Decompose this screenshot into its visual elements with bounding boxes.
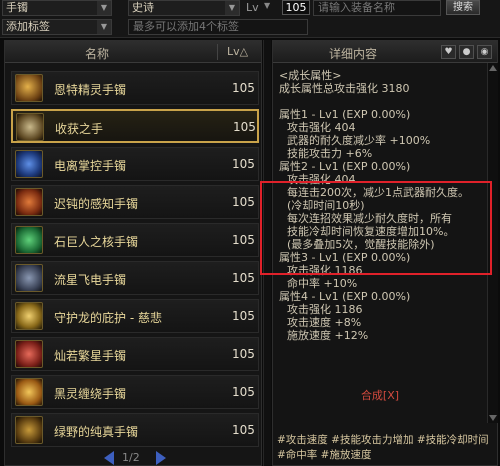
item-name: 恩特精灵手镯 <box>54 83 127 97</box>
item-level: 105 <box>232 81 255 95</box>
bracelet-icon <box>15 416 43 444</box>
item-level: 105 <box>232 385 255 399</box>
list-item[interactable]: 恩特精灵手镯 105 <box>11 71 259 105</box>
list-item[interactable]: 石巨人之核手镯 105 <box>11 223 259 257</box>
list-header: 名称 Lv△ <box>5 41 261 63</box>
name-search-input[interactable]: 请输入装备名称 <box>313 0 441 16</box>
list-item[interactable]: 电离掌控手镯 105 <box>11 147 259 181</box>
bracelet-icon <box>15 302 43 330</box>
item-name: 迟钝的感知手镯 <box>54 197 139 211</box>
detail-title: 详细内容 <box>329 47 378 61</box>
list-item[interactable]: 收获之手 105 <box>11 109 259 143</box>
item-level: 105 <box>232 347 255 361</box>
bracelet-icon <box>15 150 43 178</box>
detail-line: <成长属性> <box>279 69 342 82</box>
level-label: Lv <box>246 1 259 14</box>
item-name: 守护龙的庇护 - 慈悲 <box>54 311 162 325</box>
item-level: 105 <box>232 271 255 285</box>
item-name: 灿若繁星手镯 <box>54 349 127 363</box>
tag-select[interactable]: 添加标签 ▼ <box>2 19 112 35</box>
detail-line: 成长属性总攻击强化 3180 <box>279 82 410 95</box>
chevron-down-icon: ▼ <box>225 1 239 15</box>
item-name: 黑灵缠绕手镯 <box>54 387 127 401</box>
bracelet-icon <box>15 378 43 406</box>
detail-line: 武器的耐久度减少率 +100% <box>287 134 431 147</box>
list-item[interactable]: 灿若繁星手镯 105 <box>11 337 259 371</box>
detail-line: 攻击强化 404 <box>287 121 356 134</box>
item-list-panel: 名称 Lv△ 恩特精灵手镯 105 收获之手 105 电离掌控手镯 105 迟钝的感知手镯 1… <box>4 40 262 466</box>
detail-line: 属性2 - Lv1 (EXP 0.00%) <box>279 160 411 173</box>
filter-bar: 手镯 ▼ 史诗 ▼ Lv ▼ 105 请输入装备名称 搜索 添加标签 ▼ 最多可… <box>0 0 500 38</box>
list-item[interactable]: 流星飞电手镯 105 <box>11 261 259 295</box>
tag-chip[interactable]: #技能冷却时间 <box>417 434 489 446</box>
bracelet-icon <box>15 226 43 254</box>
column-header-name[interactable]: 名称 <box>85 45 109 62</box>
detail-line: 攻击强化 1186 <box>287 303 363 316</box>
eye-icon[interactable]: ◉ <box>477 45 492 59</box>
item-level: 105 <box>232 423 255 437</box>
item-name: 收获之手 <box>55 122 104 136</box>
scroll-down-icon[interactable] <box>489 415 497 421</box>
item-name: 流星飞电手镯 <box>54 273 127 287</box>
tag-chip[interactable]: #攻击速度 <box>277 434 328 446</box>
search-button[interactable]: 搜索 <box>446 0 480 15</box>
next-page-icon[interactable] <box>156 451 166 465</box>
chevron-down-icon: ▼ <box>97 1 111 15</box>
bracelet-icon <box>15 264 43 292</box>
heart-icon[interactable]: ♥ <box>441 45 456 59</box>
detail-line <box>279 95 487 108</box>
item-name: 石巨人之核手镯 <box>54 235 139 249</box>
highlight-box <box>260 181 492 275</box>
compose-link[interactable]: 合成[X] <box>273 387 487 403</box>
settings-icon[interactable]: ● <box>459 45 474 59</box>
column-header-level[interactable]: Lv△ <box>227 45 248 58</box>
detail-header: 详细内容 ♥ ● ◉ <box>273 41 497 63</box>
detail-line: 属性1 - Lv1 (EXP 0.00%) <box>279 108 411 121</box>
tag-list: #攻击速度 #技能攻击力增加 #技能冷却时间 #命中率 #施放速度 <box>273 431 497 465</box>
tag-select-value: 添加标签 <box>6 20 50 33</box>
detail-line: 属性4 - Lv1 (EXP 0.00%) <box>279 290 411 303</box>
scroll-up-icon[interactable] <box>489 65 497 71</box>
type-select-value: 手镯 <box>6 1 28 14</box>
level-input[interactable]: 105 <box>282 0 310 15</box>
rarity-select[interactable]: 史诗 ▼ <box>128 0 240 16</box>
prev-page-icon[interactable] <box>104 451 114 465</box>
rarity-select-value: 史诗 <box>132 1 154 14</box>
item-level: 105 <box>232 195 255 209</box>
item-level: 105 <box>233 120 256 134</box>
pager: 1/2 <box>100 451 170 466</box>
item-level: 105 <box>232 233 255 247</box>
item-level: 105 <box>232 309 255 323</box>
bracelet-icon <box>15 74 43 102</box>
bracelet-icon <box>15 340 43 368</box>
item-level: 105 <box>232 157 255 171</box>
chevron-down-icon: ▼ <box>97 20 111 34</box>
detail-line: 施放速度 +12% <box>287 329 369 342</box>
list-item[interactable]: 黑灵缠绕手镯 105 <box>11 375 259 409</box>
bracelet-icon <box>16 113 44 141</box>
detail-line: 命中率 +10% <box>287 277 358 290</box>
bracelet-icon <box>15 188 43 216</box>
tag-chip[interactable]: #施放速度 <box>321 449 372 461</box>
list-item[interactable]: 绿野的纯真手镯 105 <box>11 413 259 447</box>
column-divider <box>217 44 218 60</box>
page-indicator: 1/2 <box>122 451 140 464</box>
item-name: 绿野的纯真手镯 <box>54 425 139 439</box>
list-item[interactable]: 迟钝的感知手镯 105 <box>11 185 259 219</box>
detail-line: 攻击速度 +8% <box>287 316 362 329</box>
list-item[interactable]: 守护龙的庇护 - 慈悲 105 <box>11 299 259 333</box>
type-select[interactable]: 手镯 ▼ <box>2 0 112 16</box>
tag-chip[interactable]: #命中率 <box>277 449 317 461</box>
level-chevron-icon[interactable]: ▼ <box>264 1 270 10</box>
tag-chip[interactable]: #技能攻击力增加 <box>331 434 413 446</box>
tag-input[interactable]: 最多可以添加4个标签 <box>128 19 308 35</box>
item-name: 电离掌控手镯 <box>54 159 127 173</box>
detail-line: 技能攻击力 +6% <box>287 147 373 160</box>
